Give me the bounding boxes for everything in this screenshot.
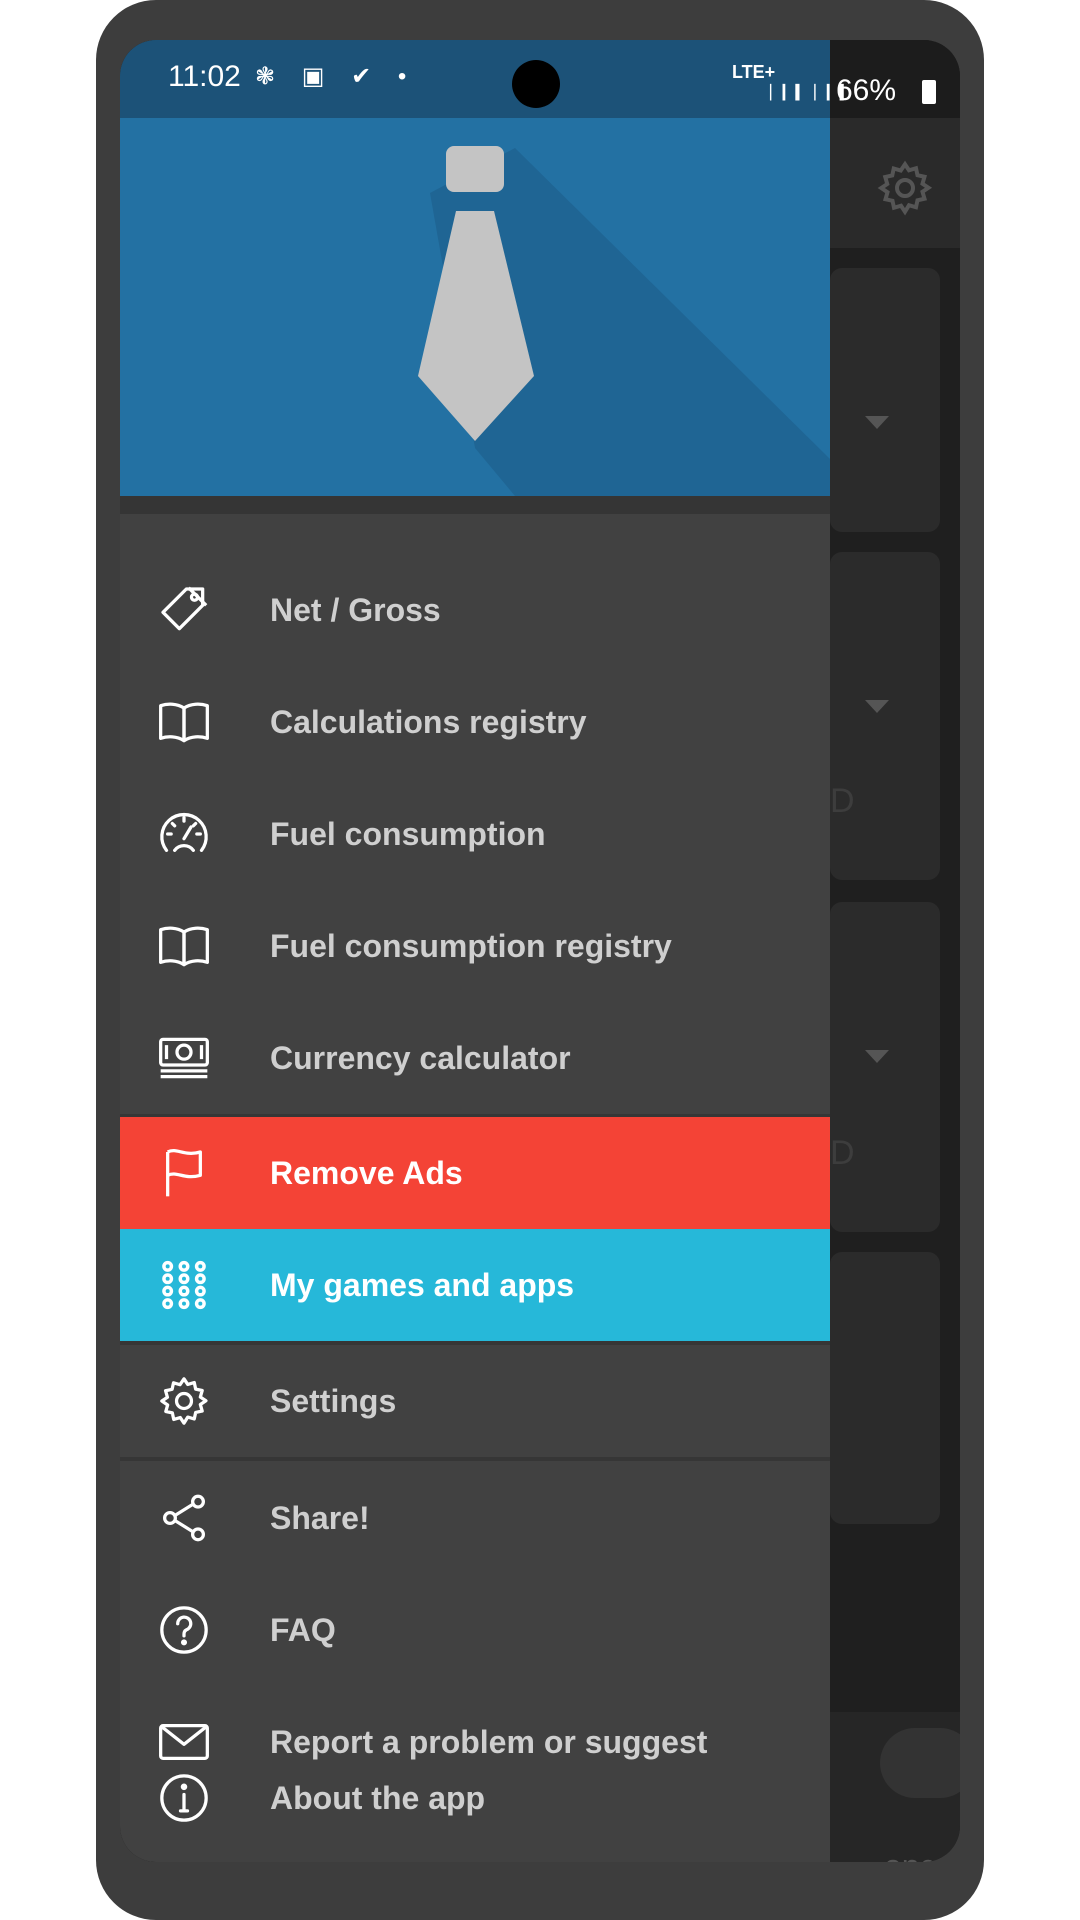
banknotes-icon <box>156 1030 212 1086</box>
background-card <box>830 268 940 532</box>
background-dropdown-caret-icon <box>865 1050 889 1063</box>
menu-divider <box>120 1457 830 1461</box>
background-dropdown-caret-icon <box>865 416 889 429</box>
background-ghost-text: D <box>830 1134 855 1172</box>
menu-item-currency-calculator[interactable]: Currency calculator <box>120 1002 830 1114</box>
menu-item-share[interactable]: Share! <box>120 1462 830 1574</box>
background-nav-label: ency <box>884 1848 952 1862</box>
share-icon <box>156 1490 212 1546</box>
menu-item-label: My games and apps <box>270 1267 575 1303</box>
background-card <box>830 552 940 880</box>
info-icon <box>156 1770 212 1826</box>
menu-item-faq[interactable]: FAQ <box>120 1574 830 1686</box>
background-dropdown-caret-icon <box>865 700 889 713</box>
menu-item-label: About the app <box>270 1780 486 1816</box>
menu-item-label: Fuel consumption registry <box>270 928 672 964</box>
drawer-header <box>120 118 830 496</box>
drawer-header-divider <box>120 496 830 514</box>
background-card <box>830 1252 940 1524</box>
status-time: 11:02 <box>168 60 241 93</box>
menu-item-remove-ads[interactable]: Remove Ads <box>120 1117 830 1229</box>
navigation-drawer: 11:02 ❃ ▣ ✔ • Net / Gross Calculations r… <box>120 40 830 1862</box>
menu-item-label: Currency calculator <box>270 1040 571 1076</box>
question-icon <box>156 1602 212 1658</box>
flag-icon <box>156 1145 212 1201</box>
background-card <box>830 902 940 1232</box>
network-type-icon: LTE+ <box>732 62 776 82</box>
menu-item-label: Fuel consumption <box>270 816 546 852</box>
status-notification-icons: ❃ ▣ ✔ • <box>255 63 417 90</box>
price-tag-icon <box>156 582 212 638</box>
menu-item-my-games-and-apps[interactable]: My games and apps <box>120 1229 830 1341</box>
menu-item-label: Settings <box>270 1383 397 1419</box>
battery-icon <box>922 80 936 104</box>
status-bar: 11:02 ❃ ▣ ✔ • <box>120 40 830 118</box>
battery-percentage: 66% <box>836 74 897 107</box>
menu-item-label: FAQ <box>270 1612 336 1648</box>
menu-item-settings[interactable]: Settings <box>120 1345 830 1457</box>
menu-item-about[interactable]: About the app <box>120 1742 830 1854</box>
apps-grid-icon <box>156 1257 212 1313</box>
open-book-icon <box>156 918 212 974</box>
menu-item-calculations-registry[interactable]: Calculations registry <box>120 666 830 778</box>
necktie-icon <box>418 146 830 496</box>
background-settings-gear-icon <box>875 158 935 218</box>
menu-item-fuel-consumption-registry[interactable]: Fuel consumption registry <box>120 890 830 1002</box>
menu-item-label: Calculations registry <box>270 704 587 740</box>
open-book-icon <box>156 694 212 750</box>
menu-item-label: Net / Gross <box>270 592 441 628</box>
menu-item-net-gross[interactable]: Net / Gross <box>120 554 830 666</box>
menu-item-label: Remove Ads <box>270 1155 463 1191</box>
camera-cutout <box>512 60 560 108</box>
menu-item-fuel-consumption[interactable]: Fuel consumption <box>120 778 830 890</box>
background-nav-pill <box>880 1728 960 1798</box>
gear-icon <box>156 1373 212 1429</box>
background-ghost-text: D <box>830 782 855 820</box>
speedometer-icon <box>156 806 212 862</box>
phone-screen: D D ency 11:02 ❃ ▣ ✔ • <box>120 40 960 1862</box>
menu-item-label: Share! <box>270 1500 370 1536</box>
